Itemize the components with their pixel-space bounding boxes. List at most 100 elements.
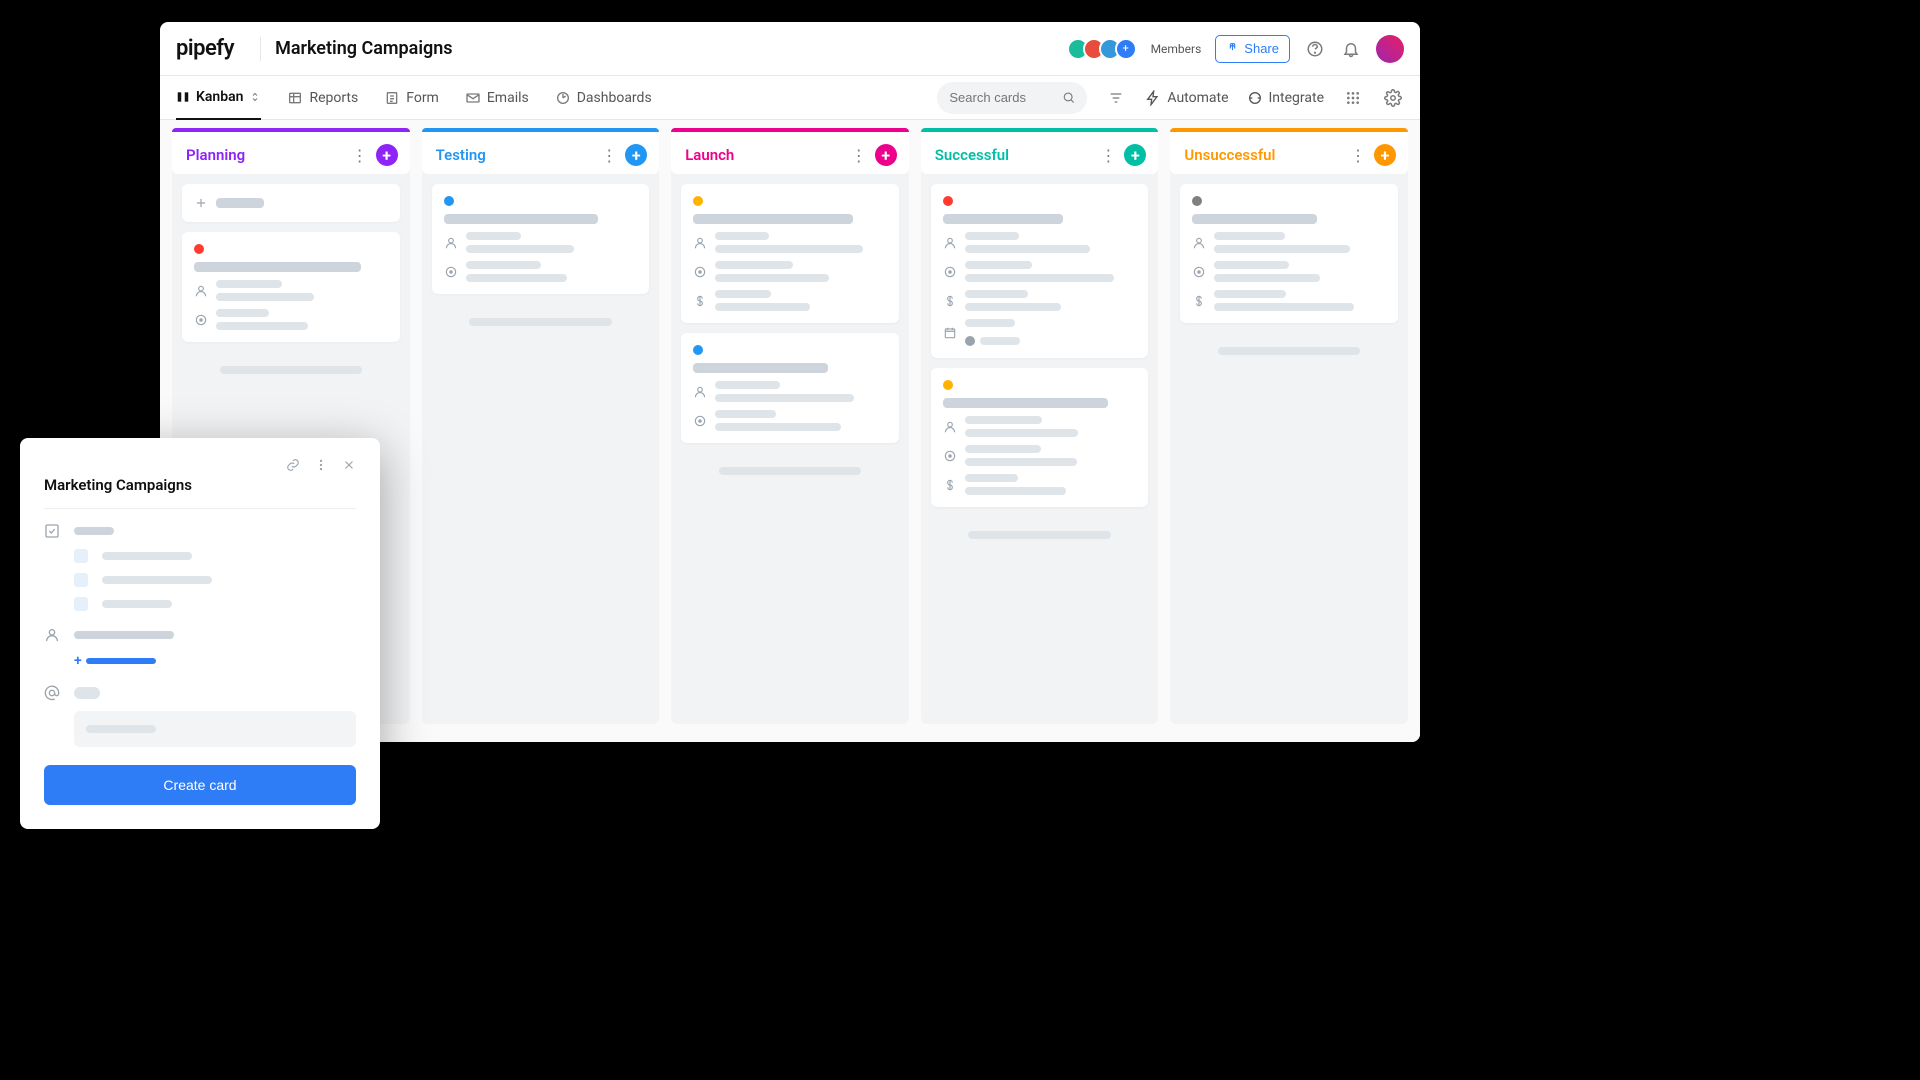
- column-footer: [422, 304, 660, 340]
- user-icon: [1192, 236, 1206, 250]
- target-icon: [693, 414, 707, 428]
- checkbox-item[interactable]: [74, 549, 88, 563]
- chevron-updown-icon: [249, 90, 261, 104]
- kanban-card[interactable]: [931, 368, 1149, 507]
- user-icon: [444, 236, 458, 250]
- column-cards: [1170, 184, 1408, 333]
- logo[interactable]: pipefy: [176, 36, 234, 61]
- tab-dashboards[interactable]: Dashboards: [555, 76, 652, 120]
- link-icon[interactable]: [286, 458, 300, 472]
- email-icon: [465, 90, 481, 106]
- help-icon[interactable]: [1304, 38, 1326, 60]
- create-card-button[interactable]: Create card: [44, 765, 356, 805]
- card-field: [693, 232, 887, 253]
- kanban-card[interactable]: [182, 232, 400, 342]
- add-card-button[interactable]: +: [1374, 144, 1396, 166]
- card-field: [1192, 290, 1386, 311]
- members-link[interactable]: Members: [1151, 42, 1202, 56]
- automate-icon: [1145, 90, 1161, 106]
- column-header: Successful ⋮ +: [921, 132, 1159, 174]
- column-title: Testing: [436, 146, 486, 164]
- column-title: Successful: [935, 146, 1009, 164]
- card-title-skel: [194, 262, 361, 272]
- card-title-skel: [1192, 214, 1317, 224]
- search-input-wrapper[interactable]: [937, 82, 1087, 114]
- add-card-button[interactable]: +: [625, 144, 647, 166]
- checkbox-item[interactable]: [74, 573, 88, 587]
- kanban-card[interactable]: [681, 333, 899, 443]
- modal-title: Marketing Campaigns: [44, 476, 356, 494]
- user-icon: [44, 627, 60, 643]
- add-card-button[interactable]: +: [1124, 144, 1146, 166]
- column-menu[interactable]: ⋮: [1350, 146, 1366, 165]
- column-cards: [172, 184, 410, 352]
- column-header: Planning⋮+: [172, 132, 410, 174]
- card-field: [943, 474, 1137, 495]
- add-link[interactable]: +: [74, 653, 356, 669]
- target-icon: [943, 449, 957, 463]
- close-icon[interactable]: [342, 458, 356, 472]
- kanban-card[interactable]: [681, 184, 899, 323]
- dollar-icon: [943, 294, 957, 308]
- apps-icon[interactable]: [1342, 87, 1364, 109]
- skel: [74, 631, 174, 639]
- calendar-icon: [943, 326, 957, 340]
- skel: [102, 576, 212, 584]
- card-field: [194, 309, 388, 330]
- user-avatar[interactable]: [1376, 35, 1404, 63]
- viewbar: Kanban Reports Form Emails Dashboards: [160, 76, 1420, 120]
- avatar-more[interactable]: +: [1115, 38, 1137, 60]
- column-menu[interactable]: ⋮: [601, 146, 617, 165]
- kanban-card[interactable]: [432, 184, 650, 294]
- column-menu[interactable]: ⋮: [1100, 146, 1116, 165]
- integrate-button[interactable]: Integrate: [1247, 90, 1325, 106]
- filter-icon[interactable]: [1105, 87, 1127, 109]
- column-menu[interactable]: ⋮: [851, 146, 867, 165]
- notifications-icon[interactable]: [1340, 38, 1362, 60]
- modal-input[interactable]: [74, 711, 356, 747]
- kanban-card[interactable]: [931, 184, 1149, 358]
- tab-form[interactable]: Form: [384, 76, 439, 120]
- card-title-skel: [943, 398, 1109, 408]
- card-field: [943, 290, 1137, 311]
- card-status-dot: [943, 380, 953, 390]
- card-status-dot: [943, 196, 953, 206]
- table-icon: [287, 90, 303, 106]
- kanban-card[interactable]: [1180, 184, 1398, 323]
- target-icon: [1192, 265, 1206, 279]
- card-field: [693, 261, 887, 282]
- more-icon[interactable]: [314, 458, 328, 472]
- add-card-button[interactable]: +: [875, 144, 897, 166]
- pipe-title: Marketing Campaigns: [275, 38, 453, 59]
- card-status-dot: [194, 244, 204, 254]
- tab-reports[interactable]: Reports: [287, 76, 358, 120]
- add-card-button[interactable]: +: [376, 144, 398, 166]
- skel: [102, 552, 192, 560]
- card-title-skel: [693, 214, 853, 224]
- column-footer: [671, 453, 909, 489]
- tab-emails[interactable]: Emails: [465, 76, 529, 120]
- gear-icon[interactable]: [1382, 87, 1404, 109]
- user-icon: [943, 420, 957, 434]
- column-menu[interactable]: ⋮: [352, 146, 368, 165]
- dollar-icon: [1192, 294, 1206, 308]
- user-icon: [693, 385, 707, 399]
- user-icon: [943, 236, 957, 250]
- column-unsuccessful: Unsuccessful⋮+: [1170, 128, 1408, 724]
- checkbox-item[interactable]: [74, 597, 88, 611]
- tab-kanban[interactable]: Kanban: [176, 76, 261, 120]
- avatar-stack[interactable]: +: [1073, 38, 1137, 60]
- checklist-icon: [44, 523, 60, 539]
- column-footer: [1170, 333, 1408, 369]
- column-header: Launch ⋮ +: [671, 132, 909, 174]
- new-card-stub[interactable]: [182, 184, 400, 222]
- target-icon: [444, 265, 458, 279]
- search-input[interactable]: [949, 90, 1062, 105]
- card-status-dot: [693, 196, 703, 206]
- card-field: [943, 261, 1137, 282]
- share-button[interactable]: Share: [1215, 35, 1290, 63]
- skel: [74, 527, 114, 535]
- column-title: Launch: [685, 146, 734, 164]
- automate-button[interactable]: Automate: [1145, 90, 1228, 106]
- card-title-skel: [693, 363, 828, 373]
